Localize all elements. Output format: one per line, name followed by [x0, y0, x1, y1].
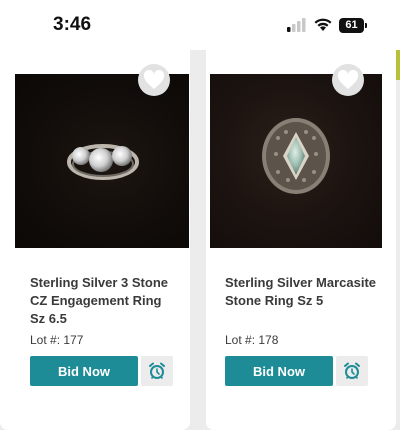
lot-title[interactable]: Sterling Silver Marcasite Stone Ring Sz …: [225, 274, 385, 310]
lot-image[interactable]: [210, 74, 382, 248]
lot-image[interactable]: [15, 74, 189, 248]
lot-number: Lot #: 178: [225, 333, 279, 347]
cellular-signal-icon: [287, 18, 307, 37]
lot-card[interactable]: Sterling Silver 3 Stone CZ Engagement Ri…: [0, 40, 190, 430]
lot-title[interactable]: Sterling Silver 3 Stone CZ Engagement Ri…: [30, 274, 180, 328]
reminder-button[interactable]: [141, 356, 173, 386]
wifi-icon: [313, 17, 333, 37]
heart-icon: [337, 70, 359, 89]
battery-level: 61: [339, 18, 364, 33]
bid-now-button[interactable]: Bid Now: [30, 356, 138, 386]
alarm-clock-icon: [149, 362, 165, 379]
heart-icon: [143, 70, 165, 89]
status-bar: 3:46 61: [0, 0, 400, 50]
bid-now-button[interactable]: Bid Now: [225, 356, 333, 386]
reminder-button[interactable]: [336, 356, 368, 386]
favorite-button[interactable]: [332, 64, 364, 96]
lot-number: Lot #: 177: [30, 333, 84, 347]
alarm-clock-icon: [344, 362, 360, 379]
lot-card[interactable]: Sterling Silver Marcasite Stone Ring Sz …: [206, 40, 396, 430]
battery-icon: 61: [339, 18, 367, 33]
status-time: 3:46: [53, 14, 92, 35]
favorite-button[interactable]: [138, 64, 170, 96]
